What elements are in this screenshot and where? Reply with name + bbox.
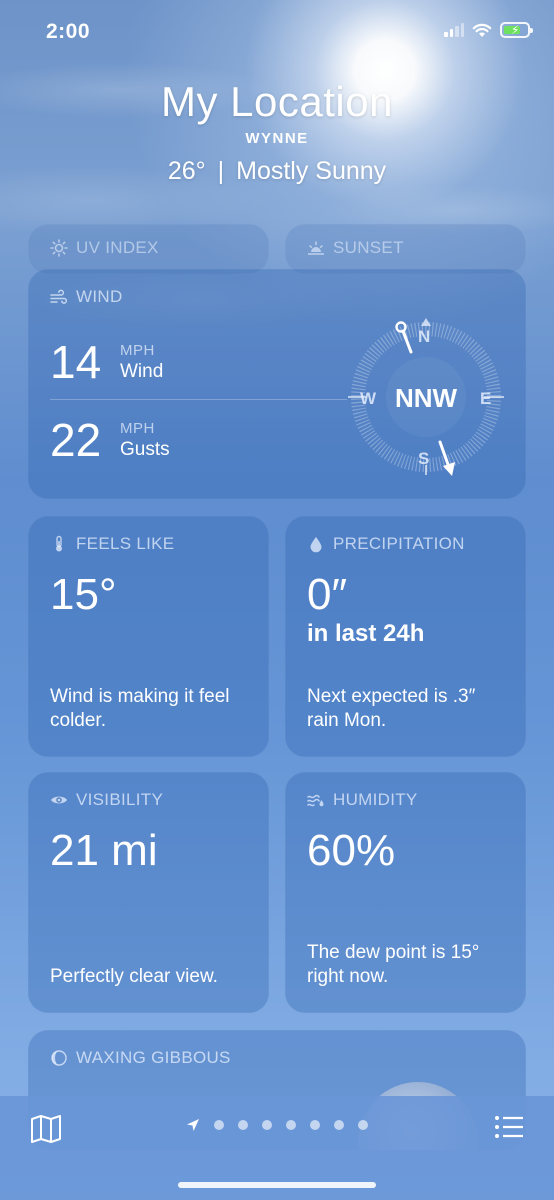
page-dot	[238, 1120, 248, 1130]
humidity-label: HUMIDITY	[333, 790, 418, 809]
wind-speed-value: 14	[50, 336, 102, 388]
wifi-icon	[472, 23, 492, 37]
sunset-label: SUNSET	[333, 238, 404, 257]
page-dot	[214, 1120, 224, 1130]
visibility-header: VISIBILITY	[50, 790, 163, 810]
wind-speed-row: 14 MPH Wind	[50, 335, 163, 389]
wind-label: WIND	[76, 287, 123, 306]
visibility-value: 21 mi	[50, 826, 158, 875]
page-title: My Location	[161, 78, 393, 125]
uv-index-card[interactable]: UV INDEX	[28, 224, 269, 274]
humidity-header: HUMIDITY	[307, 790, 418, 810]
sunset-header: SUNSET	[307, 238, 404, 258]
compass-s: S	[418, 449, 430, 468]
sunset-icon	[308, 241, 324, 255]
map-icon[interactable]	[30, 1114, 62, 1144]
feels-like-description: Wind is making it feel colder.	[50, 686, 230, 731]
moon-phase-header: WAXING GIBBOUS	[50, 1048, 231, 1068]
current-conditions: 26° | Mostly Sunny	[0, 157, 554, 186]
location-arrow-icon	[187, 1119, 199, 1131]
page-indicator[interactable]	[186, 1118, 368, 1132]
eye-icon	[51, 796, 67, 804]
visibility-card[interactable]: VISIBILITY 21 mi Perfectly clear view.	[28, 772, 269, 1013]
humidity-value: 60%	[307, 826, 396, 875]
precipitation-header: PRECIPITATION	[307, 534, 465, 554]
status-time: 2:00	[46, 20, 91, 43]
conditions-separator: |	[217, 157, 225, 185]
humidity-icon	[307, 794, 324, 807]
visibility-label: VISIBILITY	[76, 790, 164, 809]
page-dot	[286, 1120, 296, 1130]
visibility-description: Perfectly clear view.	[50, 966, 218, 987]
thermometer-icon	[56, 535, 62, 552]
uv-index-label: UV INDEX	[76, 238, 159, 257]
wind-gusts-meta: MPH Gusts	[120, 420, 170, 461]
humidity-card[interactable]: HUMIDITY 60% The dew point is 15° right …	[285, 772, 526, 1013]
list-icon[interactable]	[494, 1114, 524, 1140]
home-indicator[interactable]	[178, 1182, 376, 1188]
precipitation-description: Next expected is .3″ rain Mon.	[307, 686, 476, 731]
condition-text: Mostly Sunny	[236, 157, 387, 185]
battery-charging-icon: ⚡	[500, 22, 533, 38]
cellular-signal-icon	[444, 23, 464, 37]
sun-icon	[50, 239, 68, 257]
wind-header: WIND	[50, 287, 123, 307]
page-dot	[334, 1120, 344, 1130]
current-temp: 26°	[167, 157, 206, 185]
raindrop-icon	[310, 537, 322, 553]
location-subtitle: WYNNE	[245, 130, 309, 147]
page-dot	[358, 1120, 368, 1130]
status-icons: ⚡	[444, 22, 533, 38]
wind-card[interactable]: WIND 14 MPH Wind 22 MPH Gusts N E S W NN…	[28, 269, 526, 499]
wind-direction: NNW	[394, 383, 458, 413]
status-bar: 2:00 ⚡	[0, 0, 554, 60]
precipitation-value: 0″	[307, 570, 348, 619]
uv-index-header: UV INDEX	[50, 238, 159, 258]
precipitation-card[interactable]: PRECIPITATION 0″ in last 24h Next expect…	[285, 516, 526, 757]
wind-icon	[50, 289, 68, 304]
wind-gusts-label: Gusts	[120, 438, 170, 460]
feels-like-card[interactable]: FEELS LIKE 15° Wind is making it feel co…	[28, 516, 269, 757]
wind-gusts-row: 22 MPH Gusts	[50, 413, 170, 467]
humidity-description: The dew point is 15° right now.	[307, 942, 480, 987]
compass-n: N	[418, 327, 431, 346]
feels-like-value: 15°	[50, 570, 117, 619]
precipitation-label: PRECIPITATION	[333, 534, 465, 553]
sunset-card[interactable]: SUNSET	[285, 224, 526, 274]
wind-divider	[50, 399, 347, 400]
feels-like-label: FEELS LIKE	[76, 534, 175, 553]
wind-gusts-unit: MPH	[120, 419, 155, 437]
wind-compass: N E S W NNW	[346, 315, 506, 485]
page-dot	[262, 1120, 272, 1130]
location-header: My Location WYNNE 26° | Mostly Sunny	[0, 78, 554, 186]
wind-speed-label: Wind	[120, 360, 164, 382]
precipitation-period: in last 24h	[307, 620, 425, 647]
wind-speed-unit: MPH	[120, 341, 155, 359]
page-dot	[310, 1120, 320, 1130]
wind-speed-meta: MPH Wind	[120, 342, 163, 383]
feels-like-header: FEELS LIKE	[50, 534, 174, 554]
wind-gusts-value: 22	[50, 414, 102, 466]
compass-w: W	[360, 389, 377, 408]
moon-phase-label: WAXING GIBBOUS	[76, 1048, 231, 1067]
moon-phase-icon	[51, 1050, 67, 1066]
compass-e: E	[480, 389, 492, 408]
